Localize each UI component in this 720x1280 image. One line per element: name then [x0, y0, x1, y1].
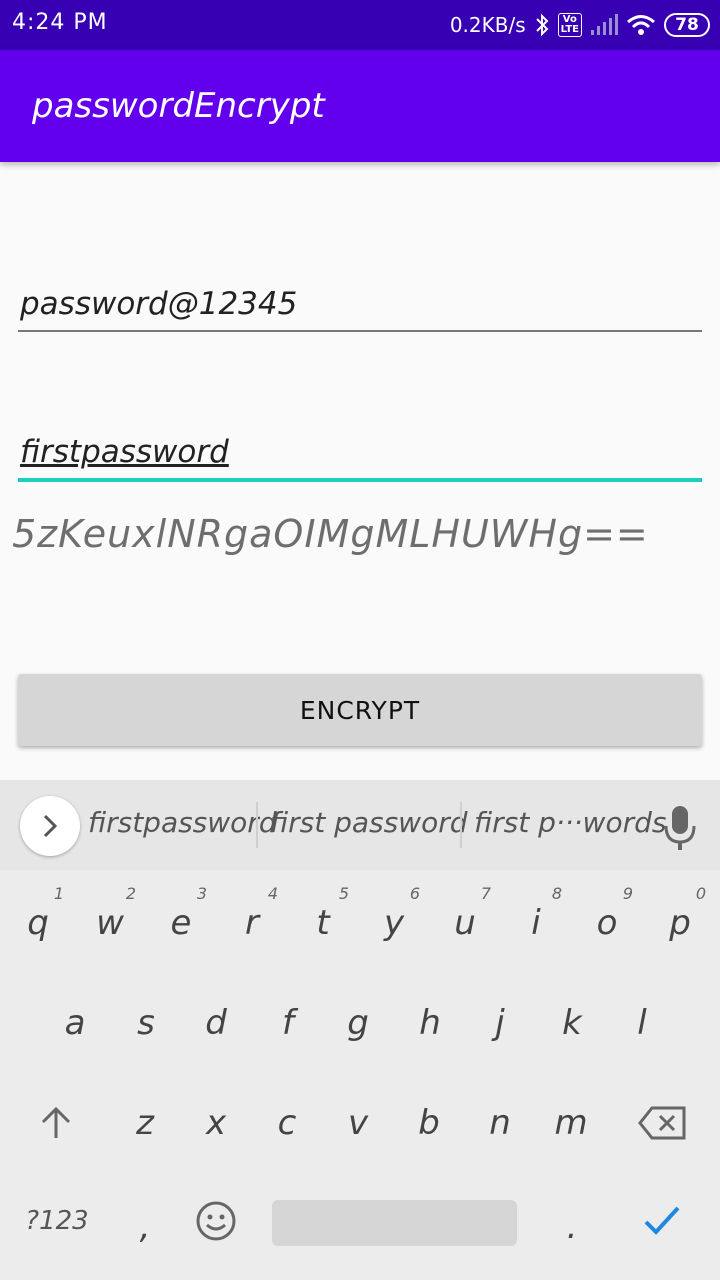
key-letter: i	[531, 903, 541, 943]
key-letter: o	[596, 903, 618, 943]
key-letter: w	[96, 903, 124, 943]
key-v[interactable]: v	[328, 1088, 388, 1158]
app-title: passwordEncrypt	[32, 86, 325, 126]
key-s[interactable]: s	[116, 988, 176, 1058]
done-key[interactable]	[632, 1186, 692, 1256]
battery-icon: 78	[664, 13, 710, 37]
encrypt-button[interactable]: ENCRYPT	[18, 674, 702, 746]
key-letter: r	[245, 903, 259, 943]
suggestion-2[interactable]: first password	[270, 806, 468, 839]
key-z[interactable]: z	[115, 1088, 175, 1158]
key-b[interactable]: b	[399, 1088, 459, 1158]
app-bar: passwordEncrypt	[0, 50, 720, 162]
key-l[interactable]: l	[612, 988, 672, 1058]
key-r[interactable]: r4	[222, 884, 282, 958]
key-e[interactable]: e3	[151, 884, 211, 958]
suggestion-3[interactable]: first p···words	[474, 806, 666, 839]
comma-key[interactable]: ,	[115, 1192, 175, 1262]
wifi-icon	[627, 15, 655, 35]
key-o[interactable]: o9	[577, 884, 637, 958]
key-g[interactable]: g	[328, 988, 388, 1058]
key-letter: y	[383, 903, 405, 943]
key-h[interactable]: h	[400, 988, 460, 1058]
checkmark-icon	[644, 1206, 680, 1235]
space-key[interactable]	[272, 1200, 517, 1246]
key-q[interactable]: q1	[8, 884, 68, 958]
key-y[interactable]: y6	[364, 884, 424, 958]
emoji-key[interactable]	[186, 1186, 246, 1256]
backspace-icon	[638, 1106, 686, 1140]
key-number-hint: 6	[409, 884, 420, 903]
key-i[interactable]: i8	[506, 884, 566, 958]
key-number-hint: 2	[125, 884, 136, 903]
key-x[interactable]: x	[186, 1088, 246, 1158]
key-letter: e	[170, 903, 192, 943]
key-number-hint: 1	[53, 884, 64, 903]
volte-icon: Vo LTE	[557, 13, 582, 37]
key-f[interactable]: f	[258, 988, 318, 1058]
password-input[interactable]: password@12345	[18, 286, 702, 332]
key-number-hint: 9	[622, 884, 633, 903]
key-letter: q	[27, 903, 49, 943]
key-letter: u	[454, 903, 476, 943]
key-number-hint: 4	[267, 884, 278, 903]
key-number-hint: 3	[196, 884, 207, 903]
key-j[interactable]: j	[470, 988, 530, 1058]
suggestion-bar: firstpassword first password first p···w…	[0, 780, 720, 870]
key-n[interactable]: n	[470, 1088, 530, 1158]
key-u[interactable]: u7	[435, 884, 495, 958]
key-number-hint: 5	[338, 884, 349, 903]
key-number-hint: 7	[480, 884, 491, 903]
backspace-key[interactable]	[630, 1088, 694, 1158]
net-speed: 0.2KB/s	[449, 13, 526, 37]
password-input-value: password@12345	[20, 286, 298, 322]
microphone-icon[interactable]	[662, 804, 698, 852]
suggestion-divider	[460, 802, 462, 848]
status-bar: 4:24 PM 0.2KB/s Vo LTE 78	[0, 0, 720, 50]
key-number-hint: 8	[551, 884, 562, 903]
chevron-right-icon	[43, 814, 58, 838]
shift-arrow-icon	[41, 1106, 71, 1138]
suggestion-divider	[256, 802, 258, 848]
status-time: 4:24 PM	[12, 10, 108, 35]
key-p[interactable]: p0	[650, 884, 710, 958]
key-a[interactable]: a	[45, 988, 105, 1058]
signal-icon	[591, 14, 618, 35]
key-k[interactable]: k	[542, 988, 602, 1058]
period-key[interactable]: .	[542, 1192, 602, 1262]
key-input[interactable]: firstpassword	[18, 434, 702, 482]
emoji-icon	[196, 1201, 236, 1241]
encrypted-result: 5zKeuxlNRgaOIMgMLHUWHg==	[12, 512, 649, 556]
symbols-key[interactable]: ?123	[20, 1186, 94, 1256]
bluetooth-icon	[535, 13, 549, 37]
key-w[interactable]: w2	[80, 884, 140, 958]
soft-keyboard: firstpassword first password first p···w…	[0, 780, 720, 1280]
shift-key[interactable]	[26, 1088, 86, 1158]
key-c[interactable]: c	[257, 1088, 317, 1158]
key-number-hint: 0	[695, 884, 706, 903]
key-d[interactable]: d	[186, 988, 246, 1058]
key-letter: p	[669, 903, 691, 943]
key-m[interactable]: m	[541, 1088, 601, 1158]
expand-suggestions-button[interactable]	[20, 796, 80, 856]
suggestion-1[interactable]: firstpassword	[88, 806, 277, 839]
key-letter: t	[316, 903, 330, 943]
key-t[interactable]: t5	[293, 884, 353, 958]
key-input-value: firstpassword	[20, 434, 229, 470]
status-icons: 0.2KB/s Vo LTE 78	[450, 10, 710, 40]
